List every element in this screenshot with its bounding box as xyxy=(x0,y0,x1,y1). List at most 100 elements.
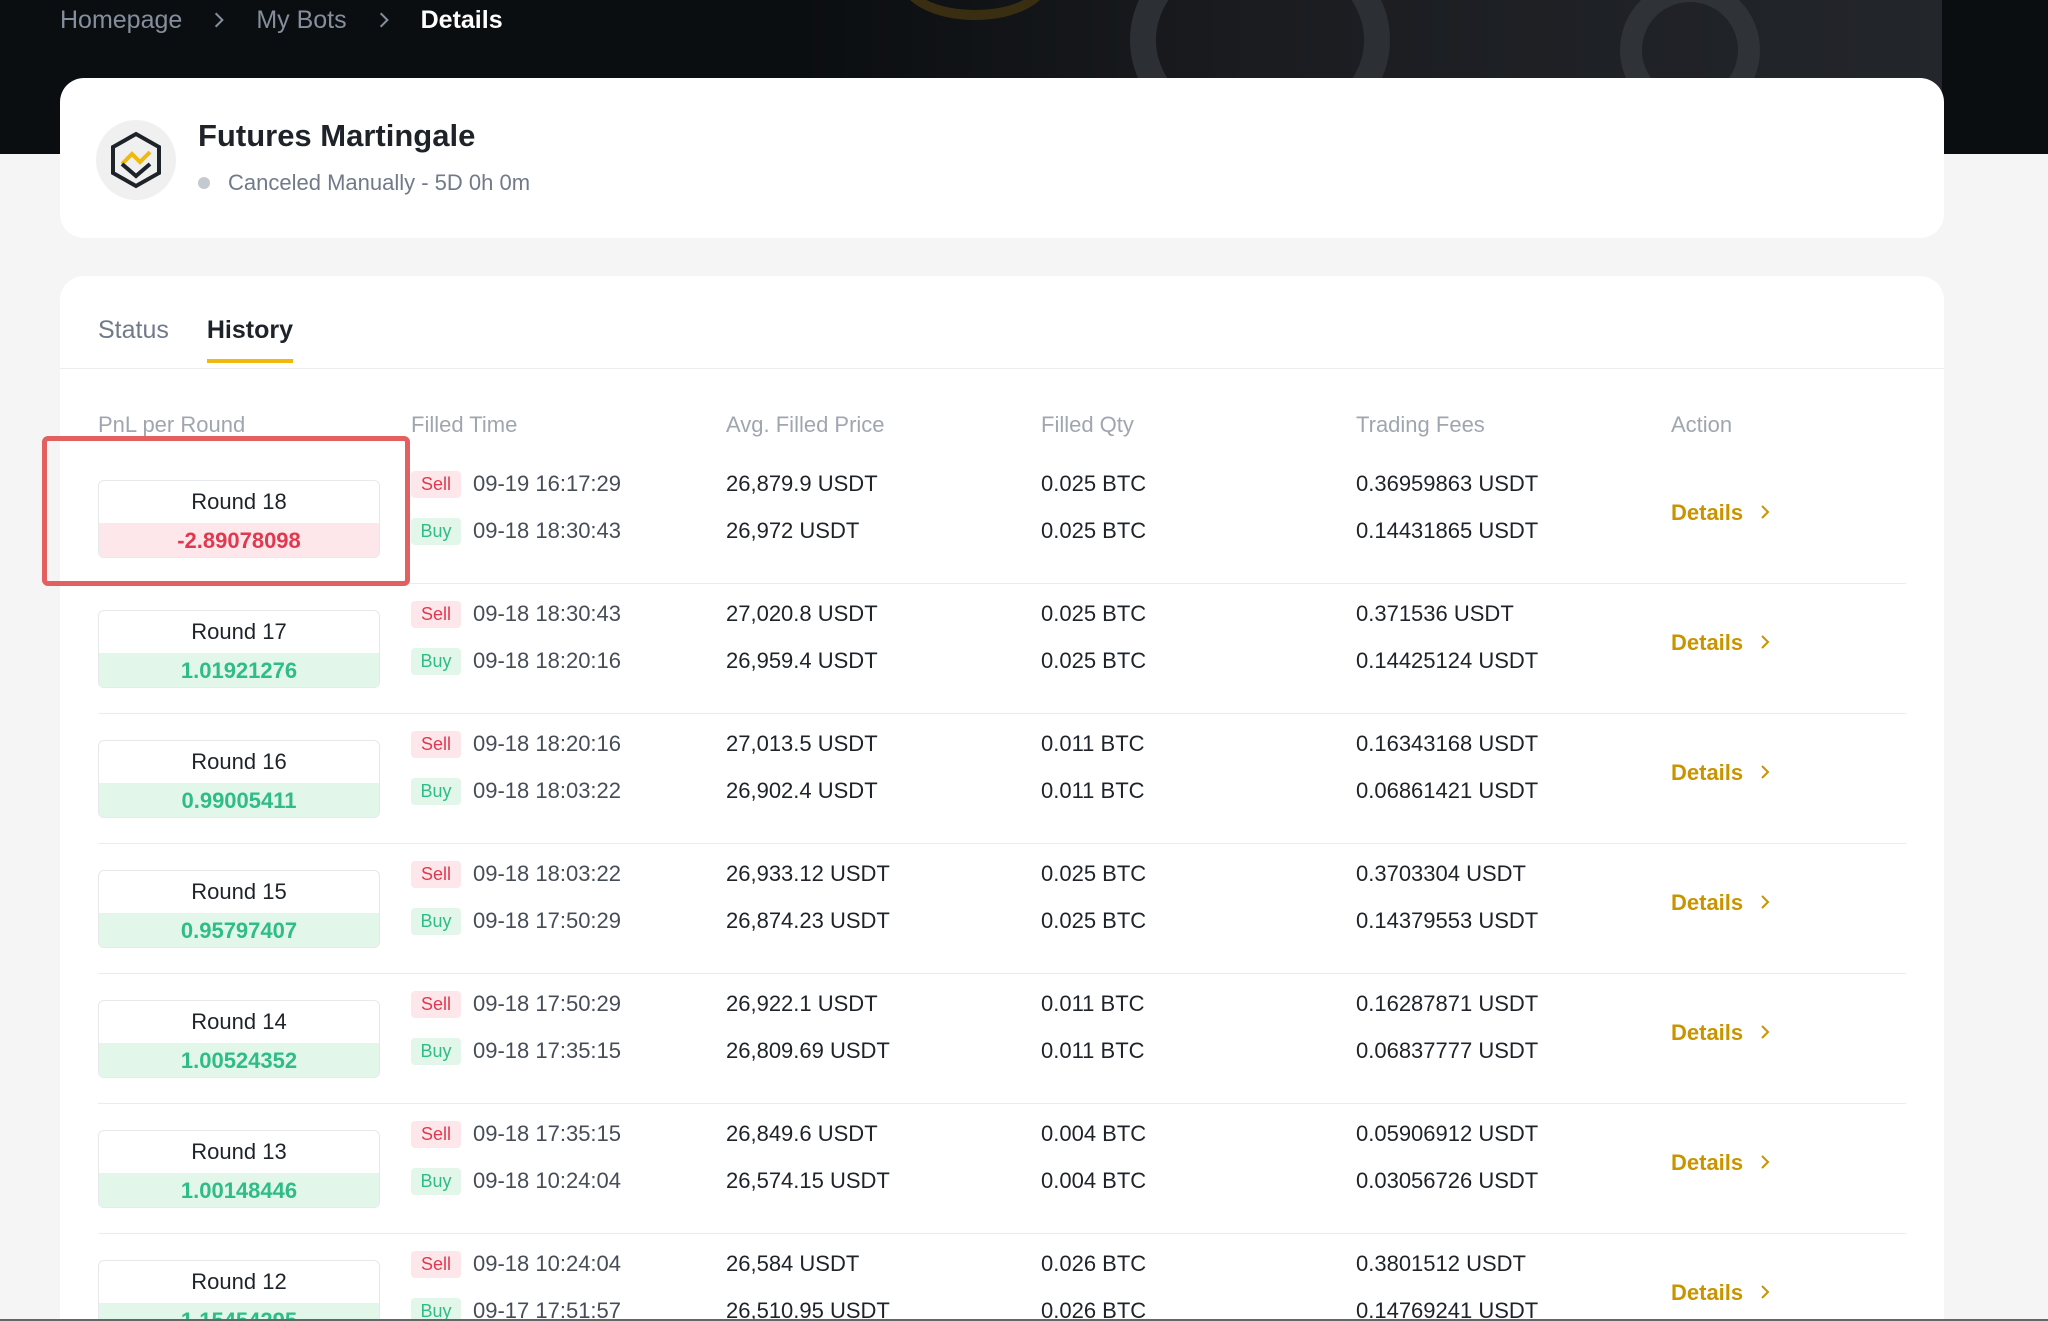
round-pnl-value: 1.01921276 xyxy=(99,653,379,687)
chevron-right-icon xyxy=(1743,1280,1773,1306)
sell-qty: 0.025 BTC xyxy=(1041,601,1147,626)
breadcrumb-my-bots[interactable]: My Bots xyxy=(256,6,346,35)
round-pnl-value: 1.00148446 xyxy=(99,1173,379,1207)
details-link[interactable]: Details xyxy=(1671,760,1773,786)
sell-fee: 0.371536 USDT xyxy=(1356,601,1514,626)
round-pnl-box: Round 15 0.95797407 xyxy=(98,870,380,948)
details-link-label: Details xyxy=(1671,630,1744,655)
details-link-label: Details xyxy=(1671,1150,1744,1175)
sell-fee: 0.3801512 USDT xyxy=(1356,1251,1526,1276)
round-pnl-box: Round 12 1.15454295 xyxy=(98,1260,380,1321)
round-pnl-value: 0.99005411 xyxy=(99,783,379,817)
chevron-right-icon xyxy=(1743,1150,1773,1176)
chevron-right-icon xyxy=(210,11,228,29)
sell-time: 09-19 16:17:29 xyxy=(473,471,622,496)
buy-time-cell: Buy 09-17 17:51:57 xyxy=(411,1291,621,1321)
column-header-avg-price: Avg. Filled Price xyxy=(726,412,885,437)
round-label: Round 13 xyxy=(191,1139,287,1164)
details-link-label: Details xyxy=(1671,1020,1744,1045)
buy-time: 09-17 17:51:57 xyxy=(473,1298,622,1321)
details-link[interactable]: Details xyxy=(1671,1150,1773,1176)
details-link[interactable]: Details xyxy=(1671,630,1773,656)
buy-fee: 0.14379553 USDT xyxy=(1356,908,1539,933)
breadcrumb-homepage[interactable]: Homepage xyxy=(60,6,182,35)
sell-fee: 0.16343168 USDT xyxy=(1356,731,1539,756)
sell-time: 09-18 10:24:04 xyxy=(473,1251,622,1276)
buy-qty: 0.025 BTC xyxy=(1041,648,1147,673)
sell-time: 09-18 18:30:43 xyxy=(473,601,622,626)
round-label: Round 16 xyxy=(191,749,287,774)
round-pnl-value: -2.89078098 xyxy=(99,523,379,557)
details-link[interactable]: Details xyxy=(1671,1020,1773,1046)
table-row: Round 17 1.01921276 Sell 09-18 18:30:43 … xyxy=(98,584,1906,714)
sell-badge: Sell xyxy=(411,1250,461,1278)
round-pnl-box: Round 13 1.00148446 xyxy=(98,1130,380,1208)
sell-time-cell: Sell 09-18 18:03:22 xyxy=(411,854,621,894)
details-link-label: Details xyxy=(1671,890,1744,915)
bot-title: Futures Martingale xyxy=(198,118,476,153)
sell-qty: 0.025 BTC xyxy=(1041,861,1147,886)
details-link-label: Details xyxy=(1671,500,1744,525)
sell-price: 26,849.6 USDT xyxy=(726,1121,878,1146)
column-header-filled-time: Filled Time xyxy=(411,412,518,437)
chevron-right-icon xyxy=(1743,500,1773,526)
sell-time-cell: Sell 09-18 18:20:16 xyxy=(411,724,621,764)
sell-qty: 0.025 BTC xyxy=(1041,471,1147,496)
buy-time: 09-18 18:30:43 xyxy=(473,518,622,543)
sell-price: 26,584 USDT xyxy=(726,1251,860,1276)
buy-qty: 0.025 BTC xyxy=(1041,908,1147,933)
details-link-label: Details xyxy=(1671,1280,1744,1305)
sell-price: 26,879.9 USDT xyxy=(726,471,878,496)
table-row: Round 14 1.00524352 Sell 09-18 17:50:29 … xyxy=(98,974,1906,1104)
buy-price: 26,972 USDT xyxy=(726,518,860,543)
sell-price: 26,922.1 USDT xyxy=(726,991,878,1016)
table-row: Round 15 0.95797407 Sell 09-18 18:03:22 … xyxy=(98,844,1906,974)
chevron-right-icon xyxy=(1743,1020,1773,1046)
sell-time-cell: Sell 09-18 17:50:29 xyxy=(411,984,621,1024)
buy-price: 26,902.4 USDT xyxy=(726,778,878,803)
details-link[interactable]: Details xyxy=(1671,500,1773,526)
sell-fee: 0.16287871 USDT xyxy=(1356,991,1539,1016)
bot-status-text: Canceled Manually - 5D 0h 0m xyxy=(228,170,531,195)
buy-badge: Buy xyxy=(411,907,461,935)
sell-qty: 0.011 BTC xyxy=(1041,731,1145,756)
round-pnl-box: Round 17 1.01921276 xyxy=(98,610,380,688)
sell-time-cell: Sell 09-19 16:17:29 xyxy=(411,464,621,504)
bot-status: Canceled Manually - 5D 0h 0m xyxy=(198,170,530,196)
buy-badge: Buy xyxy=(411,777,461,805)
sell-badge: Sell xyxy=(411,730,461,758)
column-header-filled-qty: Filled Qty xyxy=(1041,412,1134,437)
round-pnl-value: 1.00524352 xyxy=(99,1043,379,1077)
details-link[interactable]: Details xyxy=(1671,1280,1773,1306)
round-pnl-value: 0.95797407 xyxy=(99,913,379,947)
table-row: Round 18 -2.89078098 Sell 09-19 16:17:29… xyxy=(98,454,1906,584)
buy-time-cell: Buy 09-18 18:30:43 xyxy=(411,511,621,551)
tab-status[interactable]: Status xyxy=(98,316,169,363)
sell-badge: Sell xyxy=(411,470,461,498)
sell-time: 09-18 18:03:22 xyxy=(473,861,622,886)
details-link[interactable]: Details xyxy=(1671,890,1773,916)
sell-time: 09-18 17:35:15 xyxy=(473,1121,622,1146)
sell-price: 26,933.12 USDT xyxy=(726,861,890,886)
column-header-trading-fees: Trading Fees xyxy=(1356,412,1485,437)
sell-qty: 0.011 BTC xyxy=(1041,991,1145,1016)
round-label: Round 15 xyxy=(191,879,287,904)
tab-history[interactable]: History xyxy=(206,316,294,363)
sell-badge: Sell xyxy=(411,860,461,888)
column-header-pnl: PnL per Round xyxy=(98,412,246,437)
buy-badge: Buy xyxy=(411,647,461,675)
buy-fee: 0.14431865 USDT xyxy=(1356,518,1539,543)
round-label: Round 12 xyxy=(191,1269,287,1294)
bot-logo-icon xyxy=(96,120,176,200)
sell-badge: Sell xyxy=(411,1120,461,1148)
buy-fee: 0.06861421 USDT xyxy=(1356,778,1539,803)
buy-badge: Buy xyxy=(411,1297,461,1321)
round-pnl-box: Round 16 0.99005411 xyxy=(98,740,380,818)
history-card: Status History PnL per Round Filled Time… xyxy=(60,276,1944,1321)
buy-qty: 0.004 BTC xyxy=(1041,1168,1147,1193)
sell-time: 09-18 18:20:16 xyxy=(473,731,622,756)
round-label: Round 14 xyxy=(191,1009,287,1034)
sell-time-cell: Sell 09-18 17:35:15 xyxy=(411,1114,621,1154)
buy-fee: 0.14425124 USDT xyxy=(1356,648,1539,673)
sell-time-cell: Sell 09-18 10:24:04 xyxy=(411,1244,621,1284)
